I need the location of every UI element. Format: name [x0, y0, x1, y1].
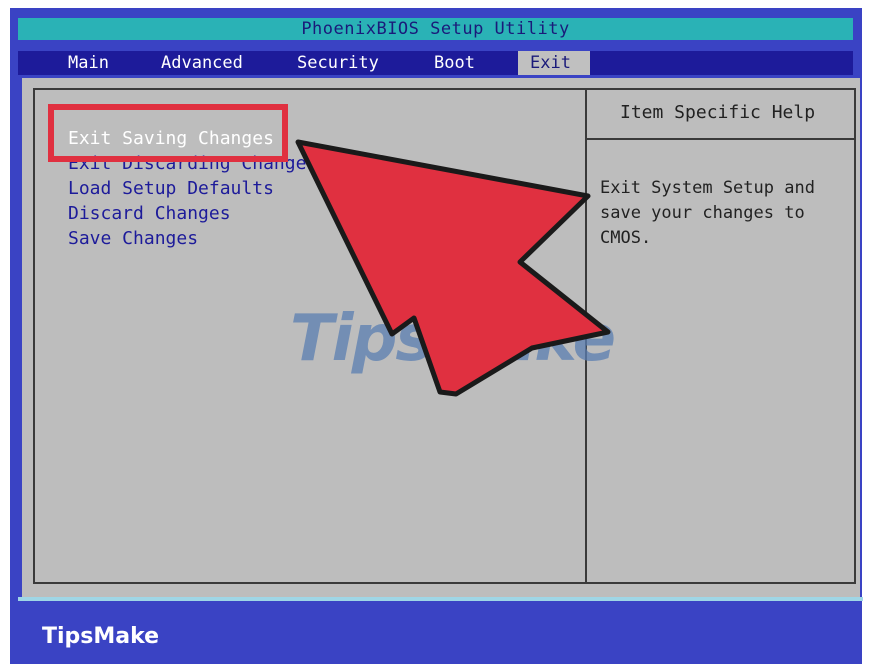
- bottom-strip: [18, 597, 863, 601]
- brand-footer: TipsMake: [42, 624, 160, 649]
- pointer-arrow-icon: [295, 139, 611, 397]
